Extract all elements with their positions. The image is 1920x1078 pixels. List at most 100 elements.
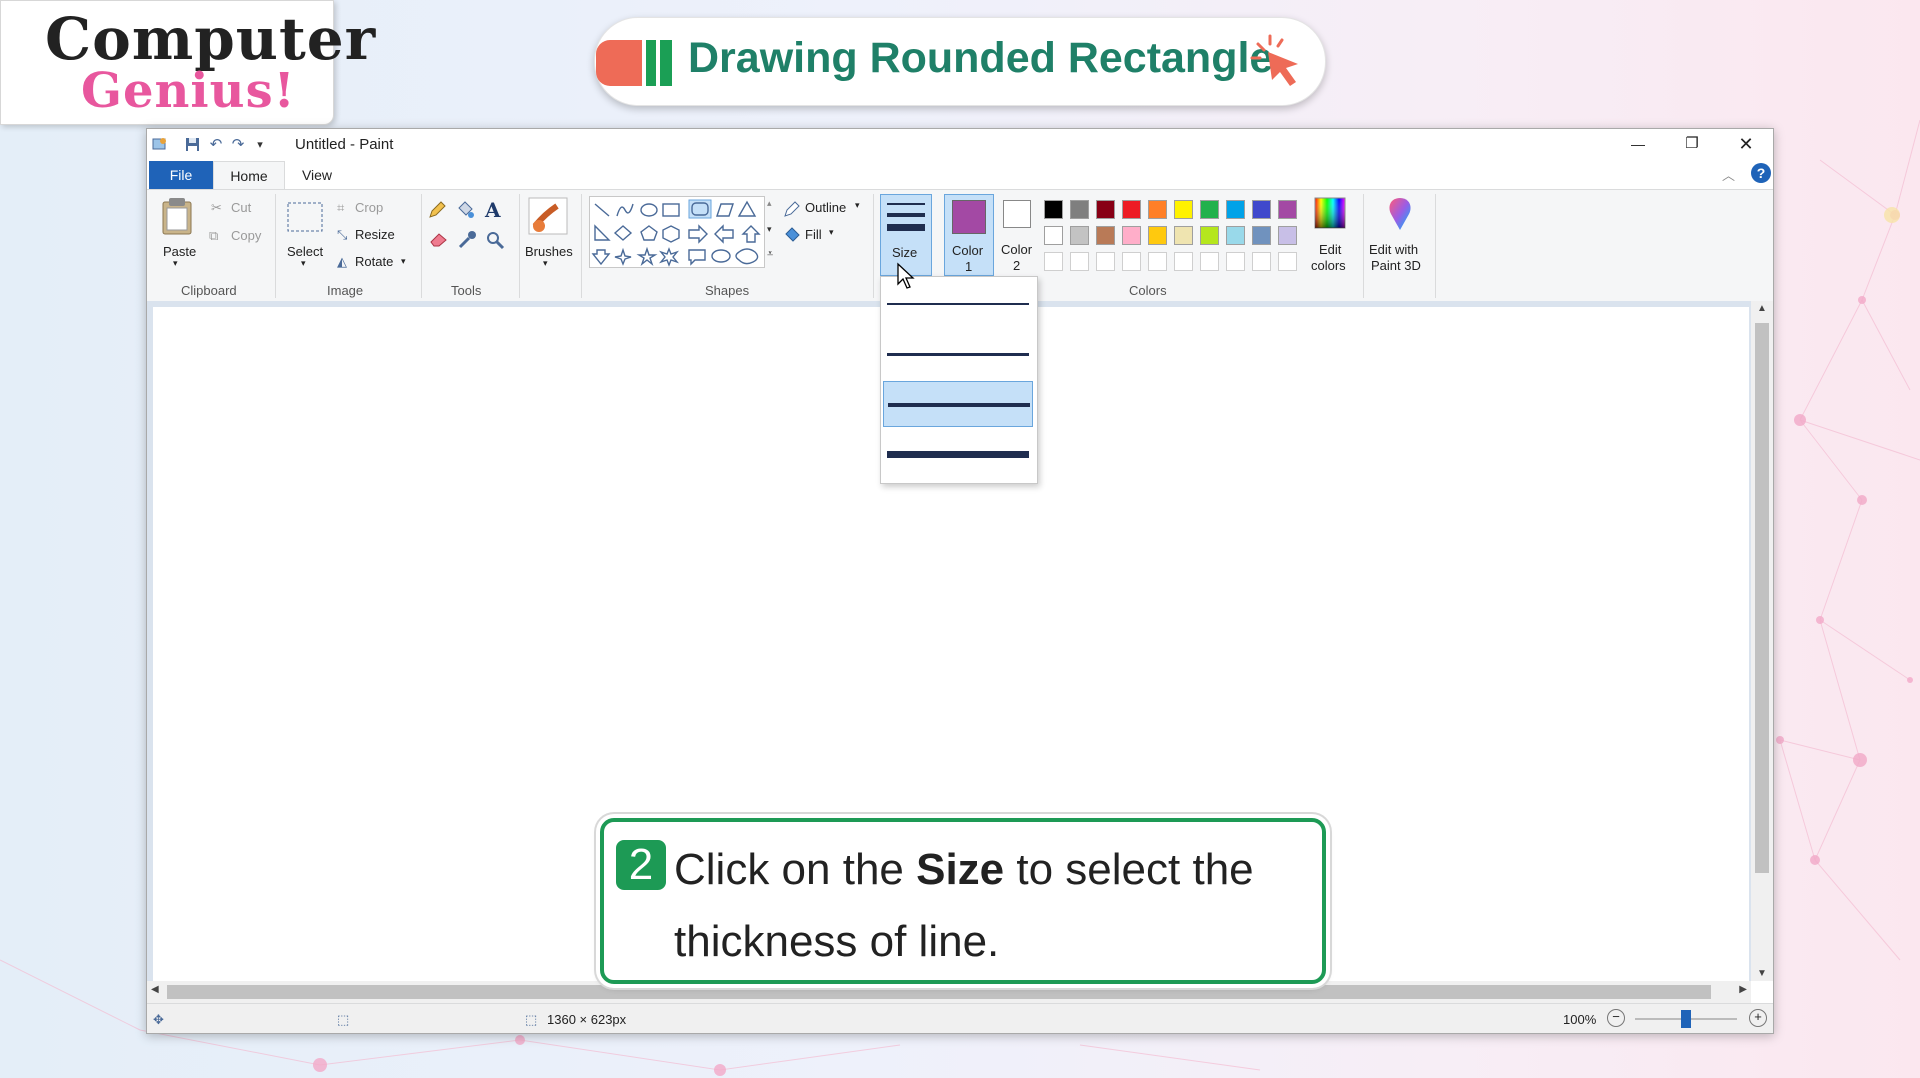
paint-3d-icon[interactable] <box>1385 196 1415 232</box>
crop-label[interactable]: Crop <box>355 200 383 215</box>
edit-colors-icon[interactable] <box>1313 196 1347 230</box>
palette-swatch[interactable] <box>1226 226 1245 245</box>
zoom-in-icon[interactable]: + <box>1749 1009 1767 1027</box>
select-icon[interactable] <box>287 202 323 232</box>
undo-icon[interactable]: ↶ <box>207 135 225 153</box>
palette-swatch[interactable] <box>1174 226 1193 245</box>
palette-swatch[interactable] <box>1122 200 1141 219</box>
fill-dropdown-icon[interactable]: ▾ <box>829 227 834 238</box>
palette-swatch[interactable] <box>1070 226 1089 245</box>
scroll-left-icon[interactable]: ◀ <box>151 984 159 995</box>
rotate-label[interactable]: Rotate <box>355 254 393 269</box>
paste-dropdown-icon[interactable]: ▾ <box>173 258 178 269</box>
fill-label[interactable]: Fill <box>805 227 822 242</box>
custom-color-slot[interactable] <box>1174 252 1193 271</box>
vertical-scrollbar[interactable]: ▲ ▼ <box>1751 301 1773 981</box>
vertical-scroll-thumb[interactable] <box>1755 323 1769 873</box>
palette-swatch[interactable] <box>1200 200 1219 219</box>
scroll-down-icon[interactable]: ▼ <box>1757 968 1767 979</box>
palette-swatch[interactable] <box>1044 226 1063 245</box>
zoom-out-icon[interactable]: − <box>1607 1009 1625 1027</box>
help-icon[interactable]: ? <box>1751 163 1771 183</box>
custom-color-slot[interactable] <box>1252 252 1271 271</box>
palette-swatch[interactable] <box>1148 200 1167 219</box>
tab-view[interactable]: View <box>287 161 347 189</box>
rotate-icon[interactable]: ◭ <box>337 254 347 270</box>
text-tool-icon[interactable]: A <box>485 198 501 222</box>
horizontal-scrollbar[interactable]: ◀ ▶ <box>147 981 1751 1003</box>
palette-swatch[interactable] <box>1148 226 1167 245</box>
pencil-icon[interactable] <box>427 200 447 220</box>
color-1-button[interactable]: Color 1 <box>944 194 994 276</box>
color-2-swatch[interactable] <box>1003 200 1031 228</box>
palette-swatch[interactable] <box>1278 226 1297 245</box>
select-dropdown-icon[interactable]: ▾ <box>301 258 306 269</box>
outline-label[interactable]: Outline <box>805 200 846 215</box>
zoom-slider-thumb[interactable] <box>1681 1010 1691 1028</box>
edit-paint3d-label-line2[interactable]: Paint 3D <box>1371 258 1421 273</box>
close-button[interactable]: ✕ <box>1719 129 1773 159</box>
minimize-button[interactable]: — <box>1611 129 1665 159</box>
collapse-ribbon-icon[interactable]: ︿ <box>1722 165 1735 184</box>
custom-color-slot[interactable] <box>1278 252 1297 271</box>
palette-swatch[interactable] <box>1226 200 1245 219</box>
brushes-dropdown-icon[interactable]: ▾ <box>543 258 548 269</box>
paste-label[interactable]: Paste <box>163 244 196 259</box>
palette-swatch[interactable] <box>1174 200 1193 219</box>
custom-color-slot[interactable] <box>1122 252 1141 271</box>
custom-color-slot[interactable] <box>1226 252 1245 271</box>
copy-label[interactable]: Copy <box>231 228 261 243</box>
shapes-expand-icon[interactable]: ⩡ <box>767 248 773 261</box>
palette-swatch[interactable] <box>1200 226 1219 245</box>
palette-swatch[interactable] <box>1070 200 1089 219</box>
edit-colors-label-line2[interactable]: colors <box>1311 258 1346 273</box>
shapes-gallery[interactable] <box>589 196 765 268</box>
customize-qat-icon[interactable]: ▾ <box>251 135 269 153</box>
horizontal-scroll-thumb[interactable] <box>167 985 1711 999</box>
palette-swatch[interactable] <box>1122 226 1141 245</box>
paste-icon[interactable] <box>161 196 193 236</box>
save-icon[interactable] <box>183 135 201 153</box>
size-option[interactable] <box>883 431 1033 477</box>
palette-swatch[interactable] <box>1044 200 1063 219</box>
restore-button[interactable]: ❐ <box>1665 129 1719 159</box>
shapes-scroll-down-icon[interactable]: ▾ <box>767 224 772 235</box>
scroll-right-icon[interactable]: ▶ <box>1739 984 1747 995</box>
palette-swatch[interactable] <box>1096 226 1115 245</box>
crop-icon[interactable]: ⌗ <box>337 200 344 216</box>
edit-colors-label-line1[interactable]: Edit <box>1319 242 1341 257</box>
select-label[interactable]: Select <box>287 244 323 259</box>
size-option[interactable] <box>883 331 1033 377</box>
palette-swatch[interactable] <box>1252 200 1271 219</box>
fill-icon[interactable] <box>783 226 801 244</box>
outline-icon[interactable] <box>783 200 801 218</box>
rotate-dropdown-icon[interactable]: ▾ <box>401 256 406 267</box>
custom-color-slot[interactable] <box>1070 252 1089 271</box>
brushes-icon[interactable] <box>527 196 569 236</box>
magnifier-icon[interactable] <box>485 230 505 250</box>
edit-paint3d-label-line1[interactable]: Edit with <box>1369 242 1418 257</box>
cut-label[interactable]: Cut <box>231 200 251 215</box>
redo-icon[interactable]: ↷ <box>229 135 247 153</box>
fill-bucket-icon[interactable] <box>455 200 475 220</box>
color-2-label-line2[interactable]: 2 <box>1013 258 1020 273</box>
palette-swatch[interactable] <box>1252 226 1271 245</box>
tab-file[interactable]: File <box>149 161 213 189</box>
cut-icon[interactable]: ✂ <box>211 200 222 216</box>
outline-dropdown-icon[interactable]: ▾ <box>855 200 860 211</box>
custom-color-slot[interactable] <box>1200 252 1219 271</box>
copy-icon[interactable]: ⧉ <box>209 228 218 244</box>
color-2-label-line1[interactable]: Color <box>1001 242 1032 257</box>
custom-color-slot[interactable] <box>1044 252 1063 271</box>
eraser-icon[interactable] <box>429 230 449 248</box>
custom-color-slot[interactable] <box>1148 252 1167 271</box>
palette-swatch[interactable] <box>1096 200 1115 219</box>
custom-color-slot[interactable] <box>1096 252 1115 271</box>
shapes-scroll-up-icon[interactable]: ▴ <box>767 198 772 209</box>
brushes-label[interactable]: Brushes <box>525 244 573 259</box>
resize-label[interactable]: Resize <box>355 227 395 242</box>
resize-icon[interactable]: ⤡ <box>337 227 347 243</box>
color-picker-icon[interactable] <box>457 230 477 250</box>
scroll-up-icon[interactable]: ▲ <box>1757 303 1767 314</box>
palette-swatch[interactable] <box>1278 200 1297 219</box>
